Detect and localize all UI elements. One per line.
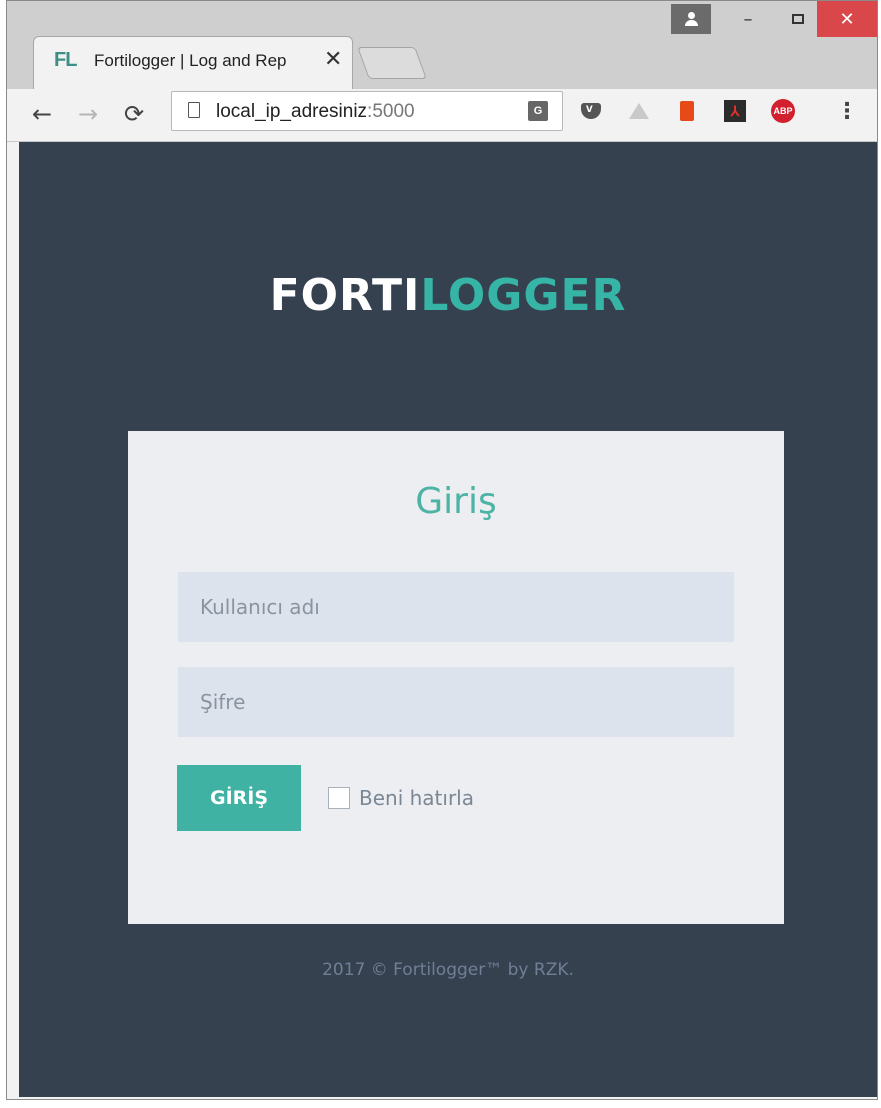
login-card: Giriş GİRİŞ Beni hatırla [128,431,784,924]
address-bar[interactable]: local_ip_adresiniz:5000 G [171,91,563,131]
translate-icon[interactable]: G [528,101,548,121]
back-icon[interactable]: ← [25,97,59,131]
url-host: local_ip_adresiniz [216,101,368,122]
profile-button[interactable] [671,4,711,34]
password-input[interactable] [178,667,734,737]
drive-icon[interactable] [627,99,651,123]
tab-strip: FL Fortilogger | Log and Rep ✕ – ✕ [7,1,877,89]
page-icon [188,102,200,118]
username-input[interactable] [178,572,734,642]
url-text: local_ip_adresiniz:5000 [216,101,415,123]
logo-part2: LOGGER [420,270,627,321]
browser-toolbar: ← → ⟳ local_ip_adresiniz:5000 G ⅄ ABP ⋮ [7,89,877,142]
favicon: FL [54,49,77,71]
remember-checkbox[interactable] [328,787,350,809]
logo-part1: FORTI [269,270,421,321]
close-window-button[interactable]: ✕ [817,1,877,37]
acrobat-icon[interactable]: ⅄ [723,99,747,123]
footer-copyright: 2017 © Fortilogger™ by RZK. [322,960,574,980]
maximize-icon [792,14,804,24]
browser-window: FL Fortilogger | Log and Rep ✕ – ✕ ← → ⟳… [6,0,878,1100]
remember-label: Beni hatırla [359,786,474,810]
page-viewport: FORTILOGGER Giriş GİRİŞ Beni hatırla 201… [19,142,877,1097]
menu-icon[interactable]: ⋮ [836,99,858,124]
office-icon[interactable] [675,99,699,123]
adblock-icon[interactable]: ABP [771,99,795,123]
login-button[interactable]: GİRİŞ [177,765,301,831]
reload-icon[interactable]: ⟳ [117,97,151,131]
adblock-label: ABP [771,99,795,123]
tab-close-icon[interactable]: ✕ [324,47,342,72]
person-icon [684,12,698,26]
app-logo: FORTILOGGER [19,270,877,321]
remember-me[interactable]: Beni hatırla [328,784,474,812]
tab-title: Fortilogger | Log and Rep [94,51,287,70]
forward-icon[interactable]: → [71,97,105,131]
login-title: Giriş [415,481,497,522]
url-port: :5000 [367,101,415,122]
pocket-icon[interactable] [579,99,603,123]
maximize-button[interactable] [775,1,821,37]
new-tab-button[interactable] [357,47,427,79]
minimize-button[interactable]: – [725,1,771,37]
tab-fortilogger[interactable]: FL Fortilogger | Log and Rep ✕ [33,36,353,89]
